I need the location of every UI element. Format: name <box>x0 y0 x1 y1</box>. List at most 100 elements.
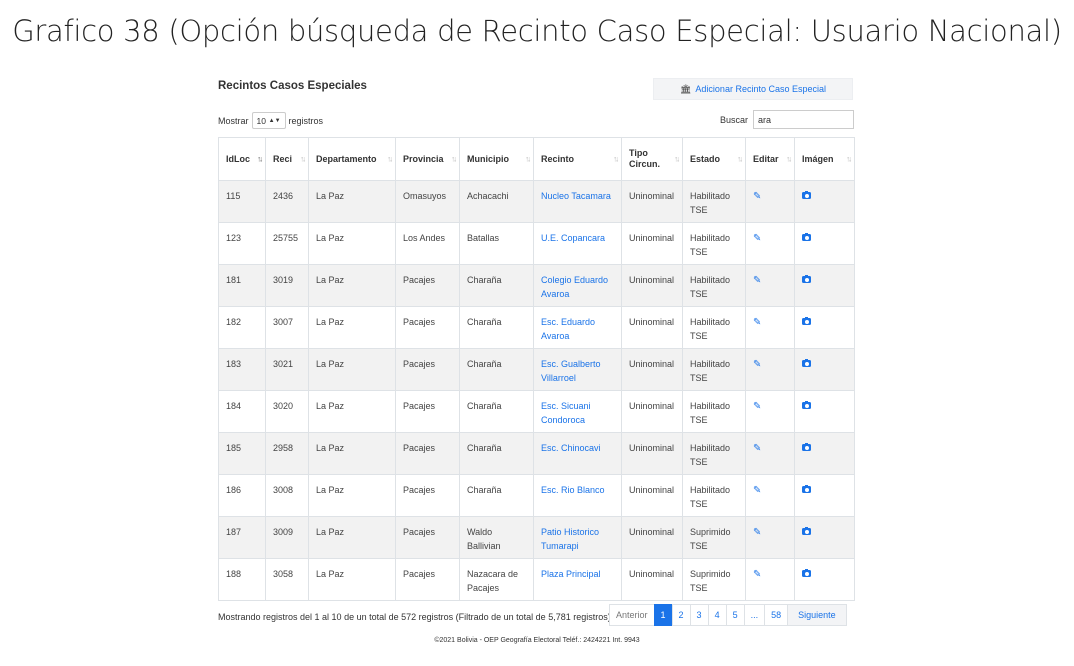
length-prefix: Mostrar <box>218 115 249 126</box>
sort-icon: ↑↓ <box>257 154 263 164</box>
camera-icon[interactable] <box>802 400 811 409</box>
camera-icon[interactable] <box>802 232 811 241</box>
edit-icon[interactable]: ✎ <box>753 274 761 288</box>
cell-provincia: Pacajes <box>395 390 460 433</box>
camera-icon[interactable] <box>802 316 811 325</box>
table-row: 186 3008 La Paz Pacajes Charaña Esc. Rio Blan… <box>218 474 855 517</box>
recinto-link[interactable]: Plaza Principal <box>541 569 601 579</box>
length-suffix: registros <box>288 115 324 126</box>
cell-reci: 3008 <box>265 474 309 517</box>
recinto-link[interactable]: Esc. Rio Blanco <box>541 485 605 495</box>
page-button[interactable]: ... <box>743 604 766 626</box>
column-header[interactable]: Departamento ↑↓ <box>308 137 396 181</box>
edit-icon[interactable]: ✎ <box>753 358 761 372</box>
table-row: 183 3021 La Paz Pacajes Charaña Esc. Gualbert… <box>218 348 855 391</box>
cell-municipio: Waldo Ballivian <box>459 516 534 559</box>
column-header[interactable]: Municipio ↑↓ <box>459 137 534 181</box>
page-button[interactable]: 2 <box>671 604 691 626</box>
add-recinto-button[interactable]: 🏛 Adicionar Recinto Caso Especial <box>653 78 853 100</box>
cell-estado: Suprimido TSE <box>682 516 746 559</box>
next-page-button[interactable]: Siguiente <box>787 604 847 626</box>
table-header-row: IdLoc ↑↓ Reci ↑↓ Departamento ↑↓ Provincia ↑… <box>218 137 855 181</box>
edit-icon[interactable]: ✎ <box>753 568 761 582</box>
bank-icon: 🏛 <box>679 83 692 94</box>
cell-recinto: U.E. Copancara <box>533 222 622 265</box>
edit-icon[interactable]: ✎ <box>753 316 761 330</box>
cell-municipio: Charaña <box>459 306 534 349</box>
pagination: Anterior 1 2 3 4 5... 58 Siguiente <box>609 604 847 626</box>
recinto-link[interactable]: Esc. Gualberto Villarroel <box>541 359 601 383</box>
column-header[interactable]: Estado ↑↓ <box>682 137 746 181</box>
table-row: 182 3007 La Paz Pacajes Charaña Esc. Eduardo … <box>218 306 855 349</box>
page-length-value: 10 <box>256 115 266 126</box>
column-header[interactable]: Reci ↑↓ <box>265 137 309 181</box>
edit-icon[interactable]: ✎ <box>753 190 761 204</box>
cell-provincia: Los Andes <box>395 222 460 265</box>
cell-estado: Habilitado TSE <box>682 348 746 391</box>
cell-imagen <box>794 306 855 349</box>
cell-recinto: Colegio Eduardo Avaroa <box>533 264 622 307</box>
page-button[interactable]: 5 <box>725 604 745 626</box>
page-button[interactable]: 1 <box>653 604 673 626</box>
column-header[interactable]: Tipo Circun. ↑↓ <box>621 137 683 181</box>
sort-icon: ↑↓ <box>525 154 531 164</box>
recinto-link[interactable]: Nucleo Tacamara <box>541 191 611 201</box>
footer: ©2021 Bolivia - OEP Geografía Electoral … <box>434 637 640 644</box>
camera-icon[interactable] <box>802 526 811 535</box>
cell-provincia: Pacajes <box>395 432 460 475</box>
column-header[interactable]: Recinto ↑↓ <box>533 137 622 181</box>
cell-recinto: Plaza Principal <box>533 558 622 601</box>
cell-municipio: Nazacara de Pacajes <box>459 558 534 601</box>
edit-icon[interactable]: ✎ <box>753 442 761 456</box>
cell-recinto: Esc. Eduardo Avaroa <box>533 306 622 349</box>
cell-editar: ✎ <box>745 432 795 475</box>
column-header[interactable]: Imágen ↑↓ <box>794 137 855 181</box>
camera-icon[interactable] <box>802 358 811 367</box>
cell-editar: ✎ <box>745 306 795 349</box>
page-button[interactable]: 4 <box>707 604 727 626</box>
cell-recinto: Esc. Rio Blanco <box>533 474 622 517</box>
page-length-control: Mostrar 10 ▲▼ registros <box>218 112 323 129</box>
cell-provincia: Pacajes <box>395 264 460 307</box>
cell-idloc: 188 <box>218 558 266 601</box>
cell-imagen <box>794 558 855 601</box>
column-header[interactable]: IdLoc ↑↓ <box>218 137 266 181</box>
cell-provincia: Pacajes <box>395 306 460 349</box>
cell-tipo: Uninominal <box>621 348 683 391</box>
cell-tipo: Uninominal <box>621 264 683 307</box>
cell-tipo: Uninominal <box>621 222 683 265</box>
page-button[interactable]: 3 <box>689 604 709 626</box>
column-header[interactable]: Provincia ↑↓ <box>395 137 460 181</box>
previous-page-button[interactable]: Anterior <box>609 604 655 626</box>
edit-icon[interactable]: ✎ <box>753 400 761 414</box>
cell-editar: ✎ <box>745 348 795 391</box>
column-header[interactable]: Editar ↑↓ <box>745 137 795 181</box>
search-control: Buscar ara <box>720 110 854 129</box>
recinto-link[interactable]: Esc. Eduardo Avaroa <box>541 317 595 341</box>
cell-tipo: Uninominal <box>621 558 683 601</box>
camera-icon[interactable] <box>802 568 811 577</box>
page-length-select[interactable]: 10 ▲▼ <box>251 112 286 129</box>
cell-editar: ✎ <box>745 474 795 517</box>
camera-icon[interactable] <box>802 442 811 451</box>
recinto-link[interactable]: Esc. Sicuani Condoroca <box>541 401 591 425</box>
recinto-link[interactable]: Esc. Chinocavi <box>541 443 601 453</box>
camera-icon[interactable] <box>802 190 811 199</box>
cell-tipo: Uninominal <box>621 180 683 223</box>
edit-icon[interactable]: ✎ <box>753 526 761 540</box>
recinto-link[interactable]: Colegio Eduardo Avaroa <box>541 275 608 299</box>
search-label: Buscar <box>719 114 748 125</box>
page-button[interactable]: 58 <box>764 604 789 626</box>
cell-reci: 2958 <box>265 432 309 475</box>
edit-icon[interactable]: ✎ <box>753 484 761 498</box>
cell-idloc: 115 <box>218 180 266 223</box>
cell-estado: Habilitado TSE <box>682 390 746 433</box>
cell-imagen <box>794 474 855 517</box>
recinto-link[interactable]: U.E. Copancara <box>541 233 605 243</box>
recinto-link[interactable]: Patio Historico Tumarapi <box>541 527 599 551</box>
cell-estado: Habilitado TSE <box>682 306 746 349</box>
search-input[interactable]: ara <box>753 110 854 129</box>
camera-icon[interactable] <box>802 484 811 493</box>
camera-icon[interactable] <box>802 274 811 283</box>
edit-icon[interactable]: ✎ <box>753 232 761 246</box>
